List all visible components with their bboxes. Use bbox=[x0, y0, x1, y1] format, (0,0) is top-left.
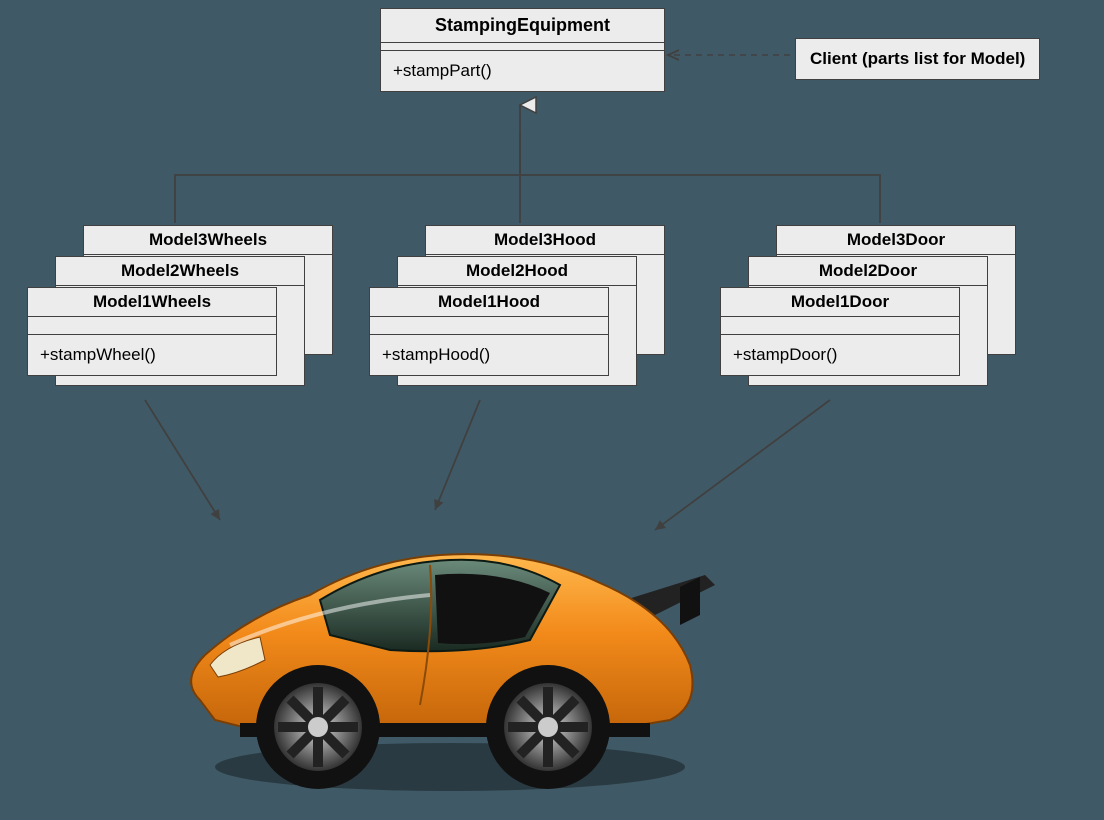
class-model1-hood: Model1Hood +stampHood() bbox=[369, 287, 609, 376]
class-model1-wheels: Model1Wheels +stampWheel() bbox=[27, 287, 277, 376]
class-attrs-empty bbox=[381, 43, 664, 51]
gen-branch-wheels bbox=[175, 132, 520, 223]
class-title: Model1Wheels bbox=[28, 288, 276, 317]
class-title: StampingEquipment bbox=[381, 9, 664, 43]
class-op: +stampWheel() bbox=[28, 335, 276, 375]
class-op: +stampDoor() bbox=[721, 335, 959, 375]
arrow-hood-car bbox=[435, 400, 480, 510]
class-attrs-empty bbox=[721, 317, 959, 335]
client-label: Client (parts list for Model) bbox=[810, 49, 1025, 68]
gen-branch-door bbox=[520, 132, 880, 223]
arrow-wheels-car bbox=[145, 400, 220, 520]
class-model1-door: Model1Door +stampDoor() bbox=[720, 287, 960, 376]
class-title: Model2Hood bbox=[398, 257, 636, 286]
class-title: Model1Hood bbox=[370, 288, 608, 317]
class-op: +stampPart() bbox=[381, 51, 664, 91]
class-title: Model3Wheels bbox=[84, 226, 332, 255]
class-stamping-equipment: StampingEquipment +stampPart() bbox=[380, 8, 665, 92]
class-title: Model2Wheels bbox=[56, 257, 304, 286]
class-attrs-empty bbox=[370, 317, 608, 335]
class-attrs-empty bbox=[28, 317, 276, 335]
client-box: Client (parts list for Model) bbox=[795, 38, 1040, 80]
class-title: Model3Hood bbox=[426, 226, 664, 255]
class-op: +stampHood() bbox=[370, 335, 608, 375]
car-image bbox=[170, 505, 730, 805]
class-title: Model3Door bbox=[777, 226, 1015, 255]
class-title: Model1Door bbox=[721, 288, 959, 317]
class-title: Model2Door bbox=[749, 257, 987, 286]
